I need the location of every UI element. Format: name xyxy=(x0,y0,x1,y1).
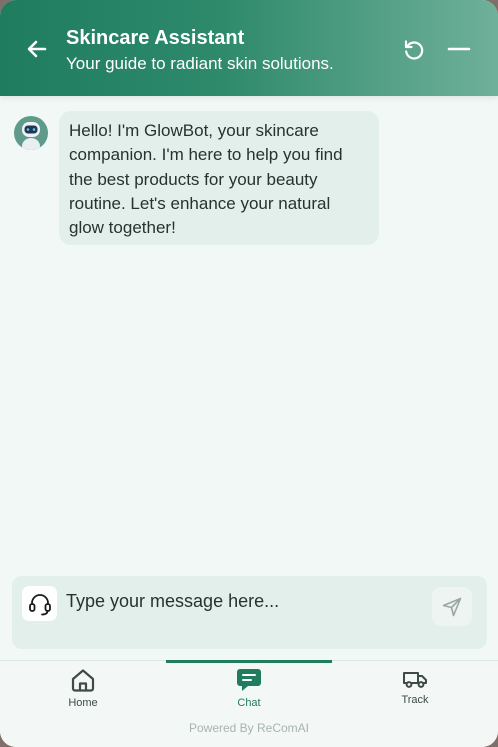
headset-icon xyxy=(28,593,51,615)
header-title: Skincare Assistant xyxy=(66,27,245,49)
nav-label-track: Track xyxy=(401,694,429,706)
bot-message-bubble: Hello! I'm GlowBot, your skincare compan… xyxy=(59,111,379,245)
home-icon xyxy=(71,669,95,692)
chat-widget: Skincare Assistant Your guide to radiant… xyxy=(0,0,498,747)
minimize-icon[interactable] xyxy=(447,38,471,62)
refresh-icon[interactable] xyxy=(401,37,427,63)
message-input[interactable] xyxy=(66,586,416,616)
nav-item-home[interactable]: Home xyxy=(0,664,166,712)
robot-icon xyxy=(22,122,40,150)
nav-label-chat: Chat xyxy=(237,697,261,709)
active-tab-indicator xyxy=(166,660,332,663)
powered-by: Powered By ReComAI xyxy=(188,721,310,735)
bot-avatar xyxy=(14,116,48,150)
send-icon xyxy=(442,597,462,616)
header-subtitle: Your guide to radiant skin solutions. xyxy=(66,54,334,73)
chat-header: Skincare Assistant Your guide to radiant… xyxy=(0,0,498,96)
support-button[interactable] xyxy=(22,586,57,621)
chat-icon xyxy=(237,669,261,691)
send-button[interactable] xyxy=(432,587,472,626)
truck-icon xyxy=(403,672,427,688)
arrow-left-icon[interactable] xyxy=(24,36,50,62)
nav-label-home: Home xyxy=(68,697,98,709)
nav-item-chat[interactable]: Chat xyxy=(166,664,332,712)
nav-item-track[interactable]: Track xyxy=(332,664,498,712)
